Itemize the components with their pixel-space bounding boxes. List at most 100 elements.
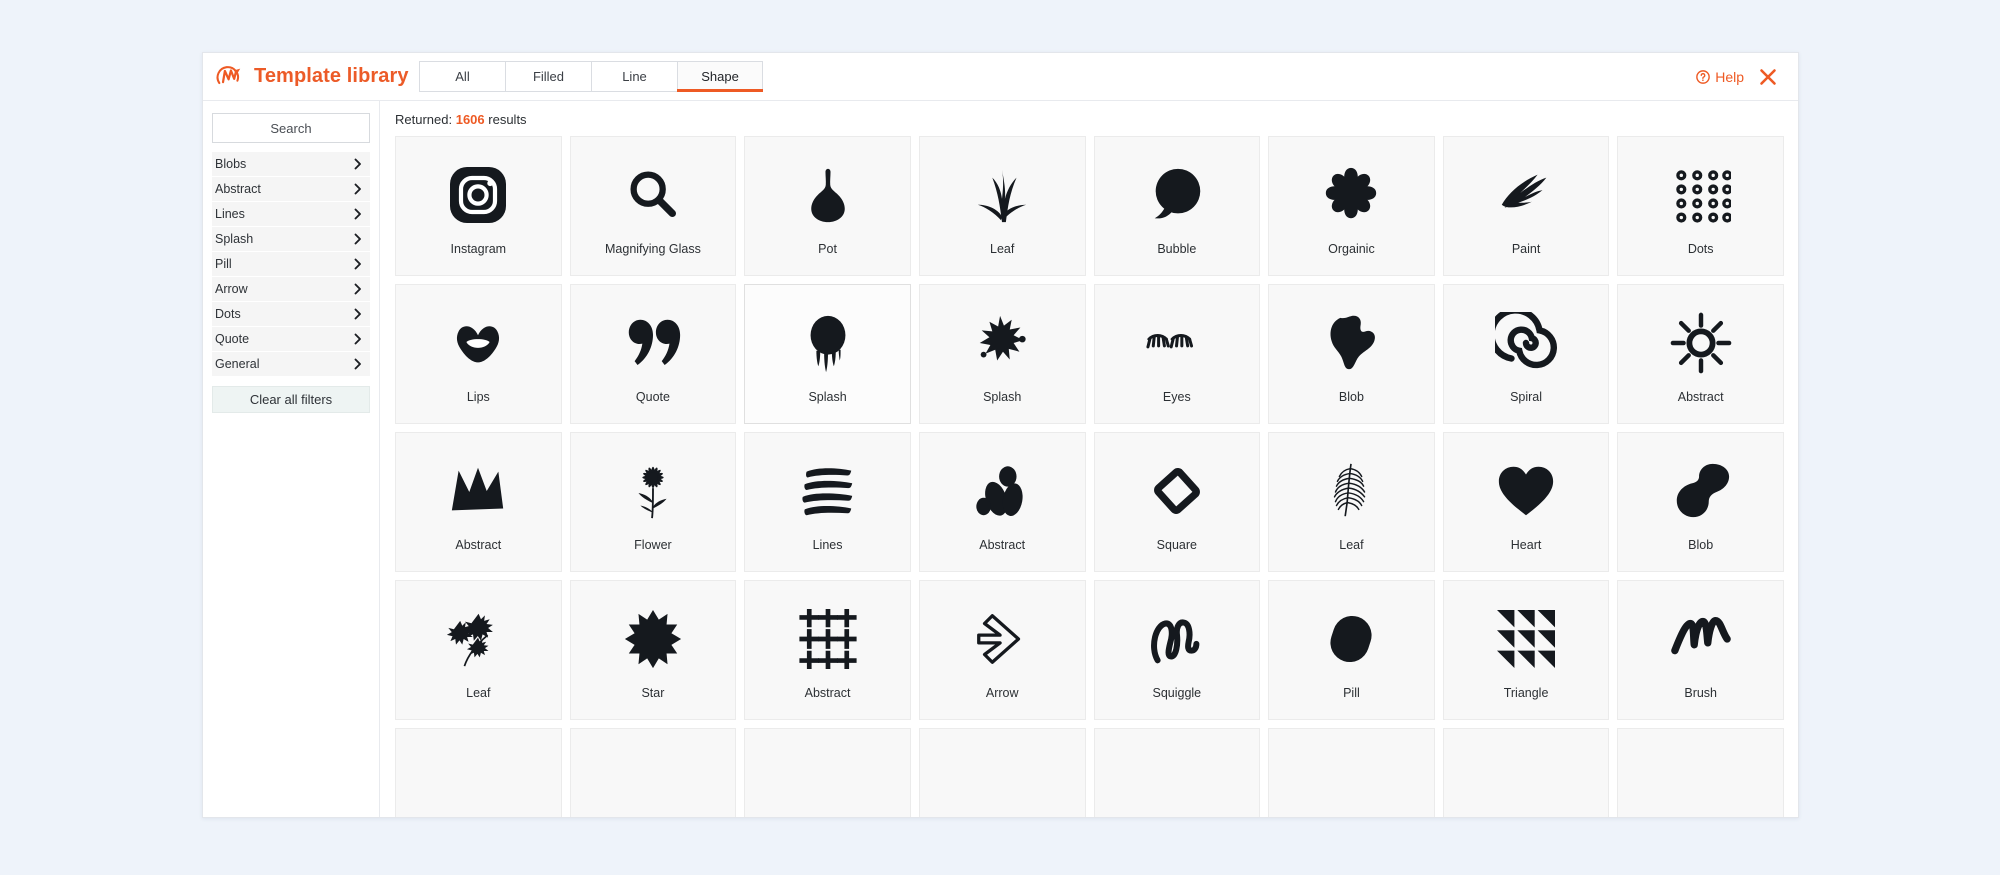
template-card[interactable]: Bubble — [1093, 136, 1261, 276]
fern-leaf-shape-icon — [1320, 452, 1382, 530]
magnifying-glass-shape-icon — [622, 156, 684, 234]
help-label: Help — [1715, 68, 1744, 85]
sidebar-item-lines[interactable]: Lines — [212, 202, 370, 227]
template-card-label: Instagram — [450, 242, 507, 257]
template-card[interactable]: Leaf — [395, 580, 562, 720]
template-card-label: Spiral — [1510, 390, 1543, 405]
sidebar-item-quote[interactable]: Quote — [212, 327, 370, 352]
template-card[interactable]: Lines — [744, 432, 911, 572]
template-card[interactable]: Flower — [569, 432, 737, 572]
template-card-placeholder[interactable] — [1617, 728, 1784, 817]
brush-zigzag-shape-icon — [1670, 600, 1732, 678]
rotated-square-outline-shape-icon — [1146, 452, 1208, 530]
template-card[interactable]: Quote — [569, 284, 737, 424]
blob-shape-icon — [1320, 304, 1382, 382]
template-card-label: Lips — [466, 390, 490, 405]
brand-title: Template library — [254, 65, 409, 87]
template-card[interactable]: Squiggle — [1093, 580, 1261, 720]
template-card[interactable]: Square — [1093, 432, 1261, 572]
template-card[interactable]: Abstract — [395, 432, 562, 572]
template-card[interactable]: Magnifying Glass — [569, 136, 737, 276]
sidebar-item-label: Arrow — [215, 282, 248, 296]
template-card-label: Leaf — [466, 686, 491, 701]
organic-blob-shape-icon — [1320, 156, 1382, 234]
crown-shape-icon — [447, 452, 509, 530]
dots-ring-grid-shape-icon — [1671, 156, 1731, 234]
bone-blob-shape-icon — [1670, 452, 1732, 530]
sidebar-item-splash[interactable]: Splash — [212, 227, 370, 252]
sidebar-item-arrow[interactable]: Arrow — [212, 277, 370, 302]
template-card[interactable]: Star — [569, 580, 737, 720]
tab-all[interactable]: All — [419, 61, 505, 92]
maple-branch-shape-icon — [447, 600, 509, 678]
sidebar-item-general[interactable]: General — [212, 352, 370, 377]
template-card-label: Blob — [1338, 390, 1364, 405]
template-grid: Instagram Magnifying Glass Pot Leaf Bubb… — [395, 136, 1784, 817]
chevron-right-icon — [354, 158, 361, 170]
template-card-placeholder[interactable] — [918, 728, 1086, 817]
leaf-blades-shape-icon — [971, 156, 1033, 234]
template-card-label: Dots — [1687, 242, 1714, 257]
template-card-placeholder[interactable] — [395, 728, 562, 817]
template-card-placeholder[interactable] — [1093, 728, 1261, 817]
tab-shape[interactable]: Shape — [677, 61, 763, 92]
template-card-label: Leaf — [1339, 538, 1364, 553]
template-card-label: Magnifying Glass — [605, 242, 701, 257]
template-card[interactable]: Dots — [1617, 136, 1784, 276]
filters-sidebar: Blobs Abstract Lines Splash Pill — [203, 101, 380, 817]
heart-shape-icon — [1495, 452, 1557, 530]
template-card[interactable]: Triangle — [1442, 580, 1610, 720]
template-card-placeholder[interactable] — [744, 728, 911, 817]
template-card-label: Eyes — [1162, 390, 1191, 405]
plus-grid-shape-icon — [798, 600, 858, 678]
template-card-label: Splash — [983, 390, 1022, 405]
template-card-label: Pill — [1343, 686, 1360, 701]
template-card[interactable]: Splash — [744, 284, 911, 424]
sidebar-item-label: Blobs — [215, 157, 247, 171]
sidebar-item-pill[interactable]: Pill — [212, 252, 370, 277]
sidebar-item-blobs[interactable]: Blobs — [212, 152, 370, 177]
template-card[interactable]: Leaf — [918, 136, 1086, 276]
template-card[interactable]: Eyes — [1093, 284, 1261, 424]
template-card[interactable]: Pill — [1268, 580, 1435, 720]
close-x-icon[interactable] — [1758, 67, 1778, 87]
template-card[interactable]: Brush — [1617, 580, 1784, 720]
brush-lines-shape-icon — [797, 452, 859, 530]
chevron-right-icon — [354, 208, 361, 220]
tab-filled[interactable]: Filled — [505, 61, 591, 92]
template-card-placeholder[interactable] — [1442, 728, 1610, 817]
chevron-right-icon — [354, 233, 361, 245]
template-card[interactable]: Arrow — [918, 580, 1086, 720]
template-card[interactable]: Heart — [1442, 432, 1610, 572]
template-card[interactable]: Splash — [918, 284, 1086, 424]
template-card[interactable]: Abstract — [1617, 284, 1784, 424]
template-card[interactable]: Instagram — [395, 136, 562, 276]
template-card[interactable]: Lips — [395, 284, 562, 424]
help-button[interactable]: Help — [1696, 69, 1744, 85]
template-card-placeholder[interactable] — [569, 728, 737, 817]
sidebar-item-abstract[interactable]: Abstract — [212, 177, 370, 202]
template-card[interactable]: Leaf — [1268, 432, 1435, 572]
template-card[interactable]: Spiral — [1442, 284, 1610, 424]
template-card[interactable]: Orgainic — [1268, 136, 1435, 276]
template-card-label: Abstract — [804, 686, 851, 701]
tab-line[interactable]: Line — [591, 61, 677, 92]
sidebar-item-label: Pill — [215, 257, 232, 271]
template-card[interactable]: Abstract — [744, 580, 911, 720]
template-card[interactable]: Blob — [1268, 284, 1435, 424]
sidebar-item-dots[interactable]: Dots — [212, 302, 370, 327]
triangle-grid-shape-icon — [1497, 600, 1556, 678]
template-card[interactable]: Abstract — [918, 432, 1086, 572]
template-card-label: Paint — [1511, 242, 1541, 257]
template-card[interactable]: Paint — [1442, 136, 1610, 276]
template-card[interactable]: Blob — [1617, 432, 1784, 572]
pebble-cluster-shape-icon — [971, 452, 1033, 530]
results-count-line: Returned: 1606 results — [395, 112, 1784, 127]
clear-all-filters-button[interactable]: Clear all filters — [212, 386, 370, 413]
results-count: 1606 — [455, 112, 485, 127]
template-card-placeholder[interactable] — [1268, 728, 1435, 817]
search-input[interactable] — [212, 113, 370, 143]
template-card-label: Heart — [1510, 538, 1542, 553]
paint-stroke-shape-icon — [1495, 156, 1557, 234]
template-card[interactable]: Pot — [744, 136, 911, 276]
